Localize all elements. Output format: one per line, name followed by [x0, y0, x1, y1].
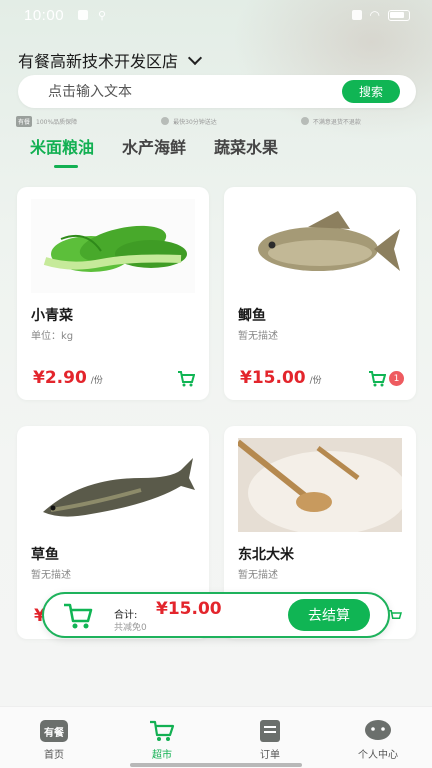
product-name: 东北大米 [238, 547, 294, 563]
chevron-down-icon [187, 50, 203, 65]
tab-label: 超市 [152, 750, 172, 761]
tab-supermarket[interactable]: 超市 [108, 707, 216, 768]
product-description: 暂无描述 [31, 570, 71, 581]
product-card[interactable]: 鲫鱼 暂无描述 ¥15.00 /份 1 [224, 187, 416, 400]
product-description: 暂无描述 [238, 570, 278, 581]
home-icon-text: 有餐 [40, 720, 68, 742]
tab-label: 个人中心 [358, 750, 398, 761]
feature-text: 不满意退货不退款 [312, 118, 361, 126]
battery-icon [388, 9, 410, 21]
home-icon: 有餐 [40, 719, 68, 743]
notification-icon [351, 10, 362, 20]
android-icon [78, 10, 89, 20]
order-icon [256, 719, 284, 743]
search-input[interactable] [48, 83, 328, 100]
product-card[interactable]: 小青菜 单位：kg ¥2.90 /份 [17, 187, 209, 400]
store-selector[interactable]: 有餐高新技术开发区店 [18, 48, 203, 72]
product-image-grass-carp [31, 438, 195, 532]
add-to-cart-icon[interactable] [388, 610, 402, 622]
wifi-icon: ◠ [369, 8, 380, 22]
active-tab-indicator [54, 165, 78, 168]
price-value: ¥15.00 [240, 368, 306, 388]
feature-text: 最快30分钟送达 [173, 118, 217, 126]
product-name: 小青菜 [31, 308, 73, 324]
add-to-cart-icon[interactable] [177, 371, 195, 387]
tab-vegetables-fruits[interactable]: 蔬菜水果 [214, 134, 278, 158]
product-image-crucian-carp [238, 199, 402, 293]
checkout-button[interactable]: 去结算 [288, 599, 370, 631]
refund-icon [300, 117, 309, 125]
category-tabs: 米面粮油 水产海鲜 蔬菜水果 [30, 134, 278, 168]
search-bar: 搜索 [18, 75, 416, 108]
price-unit: /份 [309, 376, 322, 386]
product-price: ¥2.90 /份 [33, 368, 103, 388]
feature-item: 有餐 100%品质保障 [16, 115, 78, 127]
cart-count-badge: 1 [389, 371, 404, 386]
total-label: 合计: [114, 610, 138, 621]
tab-label: 水产海鲜 [122, 138, 187, 157]
tab-label: 蔬菜水果 [214, 138, 279, 157]
product-image-bok-choy [31, 199, 195, 293]
total-value: ¥15.00 [156, 599, 222, 619]
tab-profile[interactable]: 个人中心 [324, 707, 432, 768]
store-name: 有餐高新技术开发区店 [18, 52, 179, 71]
discount-text: 共减免0 [114, 623, 147, 633]
product-description: 暂无描述 [238, 331, 278, 342]
product-name: 鲫鱼 [238, 308, 266, 324]
tab-orders[interactable]: 订单 [216, 707, 324, 768]
tab-label: 订单 [260, 750, 280, 761]
feature-item: 最快30分钟送达 [161, 117, 217, 126]
service-features: 有餐 100%品质保障 最快30分钟送达 不满意退货不退款 [16, 114, 416, 128]
price-value: ¥2.90 [33, 368, 87, 388]
feature-text: 100%品质保障 [36, 118, 78, 126]
feature-item: 不满意退货不退款 [300, 117, 361, 126]
tab-home[interactable]: 有餐 首页 [0, 707, 108, 768]
status-right-icons: ◠ [351, 8, 410, 22]
search-button[interactable]: 搜索 [342, 80, 400, 103]
tab-rice-noodles-oil[interactable]: 米面粮油 [30, 134, 95, 168]
price-unit: /份 [90, 376, 103, 386]
bottom-tab-bar: 有餐 首页 超市 订单 个人中心 [0, 706, 432, 768]
checkout-bar: 合计: ¥15.00 共减免0 去结算 [42, 592, 390, 638]
profile-icon [364, 719, 392, 743]
cart-icon [148, 719, 176, 743]
brand-badge: 有餐 [16, 115, 33, 127]
tab-seafood[interactable]: 水产海鲜 [122, 134, 186, 158]
tab-label: 首页 [44, 750, 64, 761]
usb-icon: ⚲ [98, 8, 107, 22]
product-price: ¥15.00 /份 [240, 368, 322, 388]
status-left-icons: ⚲ [78, 9, 106, 22]
product-name: 草鱼 [31, 547, 59, 563]
status-bar: 10:00 ⚲ ◠ [0, 0, 432, 30]
home-indicator [130, 763, 302, 767]
cart-icon[interactable] [62, 602, 94, 630]
lightning-icon [161, 117, 170, 125]
status-time: 10:00 [24, 6, 65, 24]
add-to-cart-icon[interactable] [368, 371, 386, 387]
product-image-northeast-rice [238, 438, 402, 532]
tab-label: 米面粮油 [30, 138, 95, 157]
product-description: 单位：kg [31, 331, 74, 342]
